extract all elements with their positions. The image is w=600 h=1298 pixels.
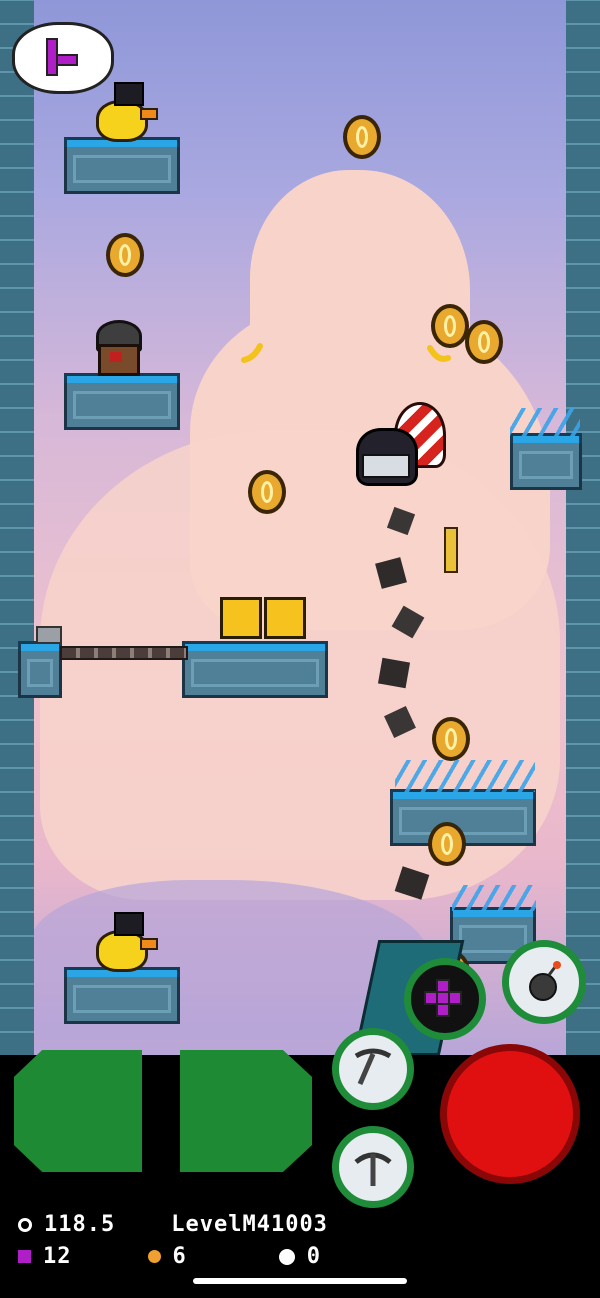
hud-top-row: 118.5 LevelM41003 bbox=[18, 1212, 328, 1237]
place-block-button[interactable] bbox=[404, 958, 486, 1040]
coin-icon bbox=[278, 1248, 295, 1265]
bombs-count: 6 bbox=[172, 1244, 187, 1269]
clock-icon bbox=[18, 1217, 32, 1232]
bridge-anchor bbox=[36, 626, 62, 644]
ice-platform bbox=[182, 641, 328, 698]
coin bbox=[465, 320, 503, 364]
gold-bar bbox=[444, 527, 458, 573]
ice-platform bbox=[64, 137, 180, 194]
coins-count: 0 bbox=[306, 1244, 321, 1269]
move-left-button[interactable] bbox=[14, 1050, 142, 1172]
ice-platform bbox=[64, 967, 180, 1024]
banana-icon bbox=[241, 343, 263, 363]
coin bbox=[106, 233, 144, 277]
move-right-button[interactable] bbox=[180, 1050, 312, 1172]
duck-npc bbox=[90, 82, 158, 142]
tetromino-icon bbox=[46, 38, 78, 76]
yellow-block bbox=[264, 597, 306, 639]
dust-trail bbox=[372, 490, 432, 910]
jump-button[interactable] bbox=[332, 1126, 414, 1208]
hud-bottom-row: 12 6 0 bbox=[18, 1244, 321, 1269]
tetromino-icon bbox=[424, 979, 462, 1017]
coin bbox=[343, 115, 381, 159]
pickaxe-icon bbox=[354, 1048, 392, 1085]
yellow-block bbox=[220, 597, 262, 639]
bomb-count-icon bbox=[147, 1250, 161, 1263]
pickaxe-button[interactable] bbox=[332, 1028, 414, 1110]
helmet-monkey-npc bbox=[92, 320, 142, 376]
banana-icon bbox=[427, 345, 451, 362]
right-wall bbox=[566, 0, 600, 1055]
bomb-icon bbox=[529, 961, 561, 1001]
ice-crystals bbox=[510, 408, 580, 436]
ice-ledge bbox=[510, 433, 582, 490]
duck-npc bbox=[90, 912, 158, 972]
level-name: LevelM41003 bbox=[171, 1212, 328, 1237]
bomb-button[interactable] bbox=[502, 940, 586, 1024]
coin bbox=[432, 717, 470, 761]
ice-crystals bbox=[395, 760, 535, 792]
arrow-up-icon bbox=[354, 1152, 392, 1186]
home-indicator bbox=[193, 1278, 407, 1284]
block-icon bbox=[18, 1250, 31, 1263]
ice-platform bbox=[64, 373, 180, 430]
ice-crystals bbox=[452, 885, 536, 911]
left-wall bbox=[0, 0, 34, 1055]
coin bbox=[248, 470, 286, 514]
player-character bbox=[356, 402, 446, 486]
rope-bridge bbox=[60, 646, 188, 660]
action-button[interactable] bbox=[440, 1044, 580, 1184]
timer-value: 118.5 bbox=[44, 1212, 116, 1237]
blocks-count: 12 bbox=[43, 1244, 72, 1269]
coin bbox=[428, 822, 466, 866]
ice-ledge bbox=[18, 641, 62, 698]
